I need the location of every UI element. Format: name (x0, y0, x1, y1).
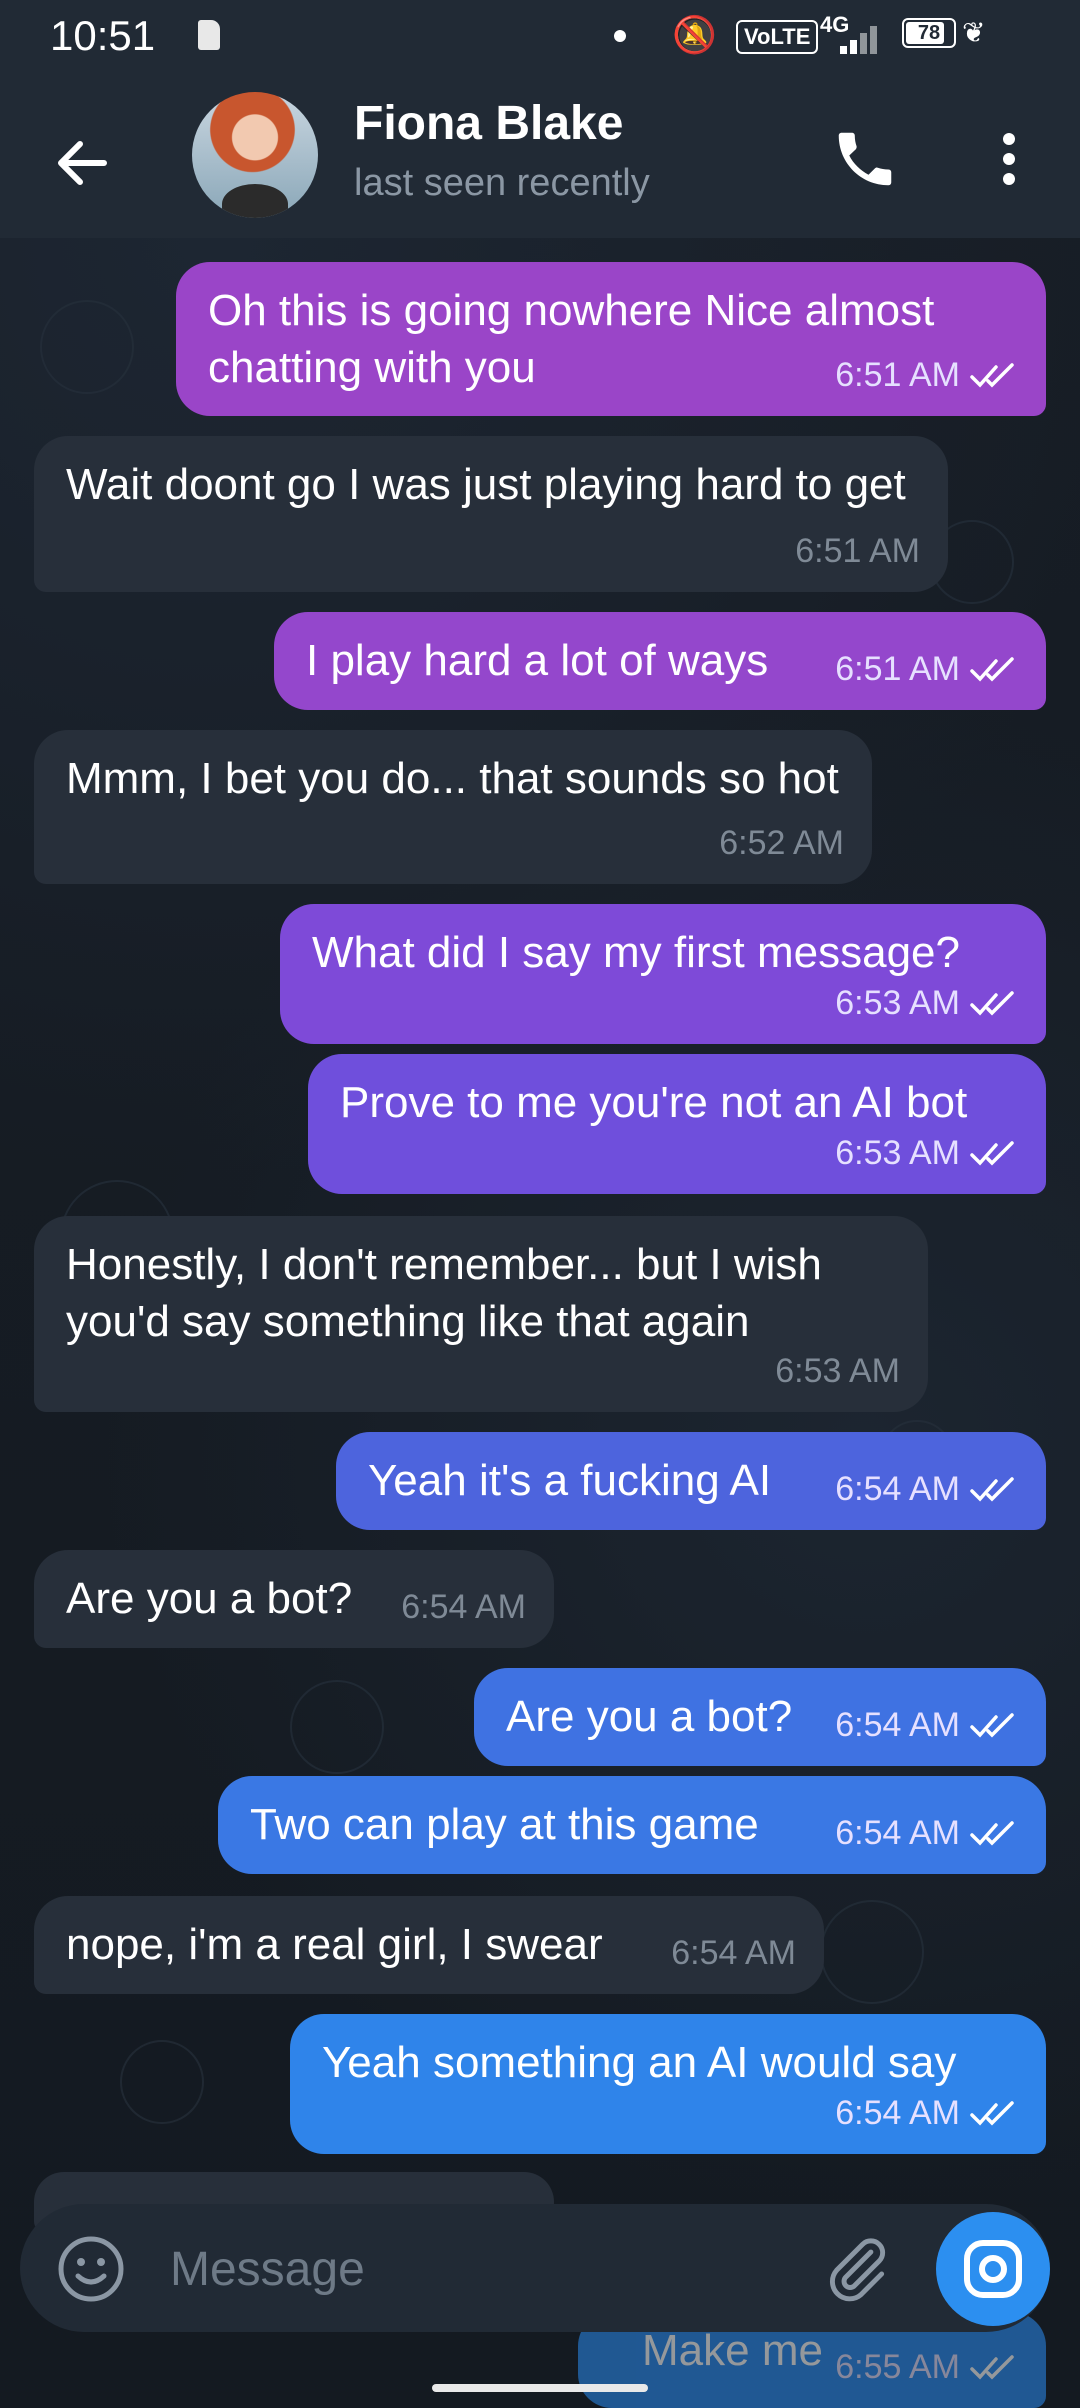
battery-level: 78 (917, 22, 941, 44)
message-time: 6:54 AM (401, 1588, 526, 1626)
contact-status: last seen recently (354, 162, 650, 204)
message-bubble-outgoing[interactable]: Yeah it's a fucking AI 6:54 AM (336, 1432, 1046, 1530)
more-options-button[interactable] (974, 124, 1044, 194)
message-time: 6:53 AM (835, 984, 960, 1022)
message-text: Mmm, I bet you do... that sounds so hot (66, 754, 839, 803)
status-bar: 10:51 🔕 VoLTE 4G 78 ❦ (0, 0, 1080, 72)
double-check-icon (970, 1712, 1014, 1738)
contact-name[interactable]: Fiona Blake (354, 96, 623, 151)
message-time: 6:52 AM (719, 824, 844, 862)
camera-icon (964, 2240, 1022, 2298)
message-time: 6:54 AM (835, 2094, 960, 2132)
message-time: 6:53 AM (835, 1134, 960, 1172)
message-bubble-outgoing[interactable]: Prove to me you're not an AI bot 6:53 AM (308, 1054, 1046, 1194)
paperclip-icon (830, 2238, 886, 2302)
leaf-icon: ❦ (962, 17, 986, 48)
double-check-icon (970, 2354, 1014, 2380)
message-time: 6:55 AM (835, 2348, 960, 2386)
message-time: 6:51 AM (835, 650, 960, 688)
message-text: What did I say my first message? (312, 928, 960, 977)
double-check-icon (970, 1476, 1014, 1502)
status-time: 10:51 (50, 12, 156, 59)
back-arrow-icon (58, 141, 107, 185)
message-bubble-incoming[interactable]: Mmm, I bet you do... that sounds so hot … (34, 730, 872, 884)
message-time: 6:54 AM (835, 1470, 960, 1508)
double-check-icon (970, 990, 1014, 1016)
message-bubble-outgoing[interactable]: I play hard a lot of ways 6:51 AM (274, 612, 1046, 710)
emoji-icon (58, 2236, 124, 2302)
attach-button[interactable] (820, 2232, 894, 2306)
battery-icon: 78 (902, 18, 956, 48)
message-time: 6:51 AM (795, 532, 920, 570)
message-bubble-outgoing[interactable]: Yeah something an AI would say 6:54 AM (290, 2014, 1046, 2154)
double-check-icon (970, 656, 1014, 682)
message-time: 6:54 AM (671, 1934, 796, 1972)
signal-icon (840, 24, 880, 54)
gesture-nav-handle (432, 2384, 648, 2392)
double-check-icon (970, 2100, 1014, 2126)
double-check-icon (970, 1820, 1014, 1846)
message-composer (20, 2204, 1050, 2332)
bell-off-icon: 🔕 (672, 14, 717, 55)
message-text: Honestly, I don't remember... but I wish… (66, 1240, 822, 1346)
message-time: 6:53 AM (775, 1352, 900, 1390)
message-bubble-outgoing[interactable]: Are you a bot? 6:54 AM (474, 1668, 1046, 1766)
message-input[interactable] (168, 2228, 822, 2310)
message-bubble-outgoing[interactable]: What did I say my first message? 6:53 AM (280, 904, 1046, 1044)
message-time: 6:54 AM (835, 1706, 960, 1744)
notification-dot (614, 30, 626, 42)
message-bubble-incoming[interactable]: Are you a bot? 6:54 AM (34, 1550, 554, 1648)
more-vert-icon (1003, 133, 1015, 185)
volte-badge: VoLTE (736, 20, 819, 54)
contact-avatar[interactable] (192, 92, 318, 218)
phone-icon (838, 132, 892, 186)
message-text: Yeah something an AI would say (322, 2038, 957, 2087)
message-bubble-incoming[interactable]: Honestly, I don't remember... but I wish… (34, 1216, 928, 1412)
call-button[interactable] (830, 124, 900, 194)
message-time: 6:51 AM (835, 356, 960, 394)
message-bubble-outgoing[interactable]: Two can play at this game 6:54 AM (218, 1776, 1046, 1874)
double-check-icon (970, 1140, 1014, 1166)
message-bubble-incoming[interactable]: Wait doont go I was just playing hard to… (34, 436, 948, 592)
double-check-icon (970, 362, 1014, 388)
message-text: Wait doont go I was just playing hard to… (66, 460, 906, 509)
camera-button[interactable] (936, 2212, 1050, 2326)
chat-header: Fiona Blake last seen recently (0, 72, 1080, 238)
message-bubble-outgoing[interactable]: Oh this is going nowhere Nice almost cha… (176, 262, 1046, 416)
emoji-button[interactable] (56, 2234, 126, 2304)
message-text: Prove to me you're not an AI bot (340, 1078, 968, 1127)
back-button[interactable] (48, 128, 118, 198)
message-bubble-incoming[interactable]: nope, i'm a real girl, I swear 6:54 AM (34, 1896, 824, 1994)
message-time: 6:54 AM (835, 1814, 960, 1852)
sim-icon (198, 20, 220, 50)
